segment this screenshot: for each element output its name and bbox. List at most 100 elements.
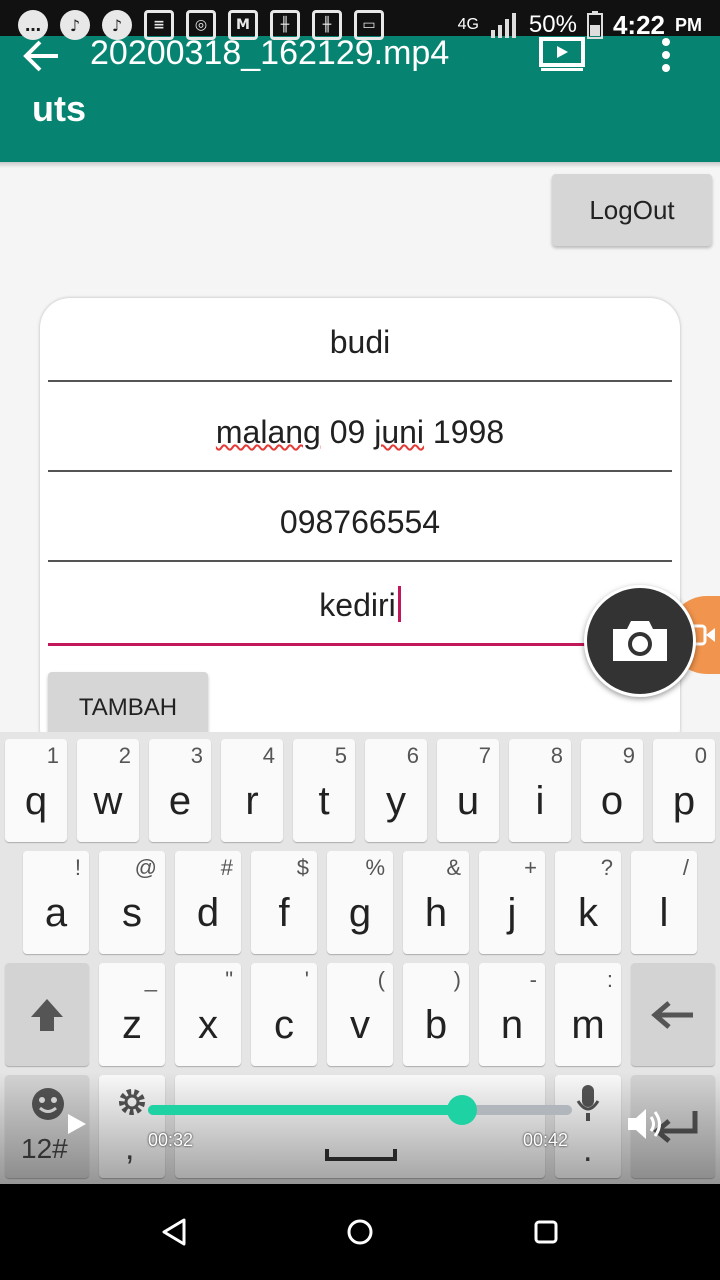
clock-ampm: PM [675, 14, 702, 35]
key-n[interactable]: -n [479, 963, 545, 1066]
key-hint: ( [377, 967, 385, 992]
key-hint: + [524, 855, 537, 880]
address-field-value: kediri [48, 586, 672, 624]
key-t[interactable]: 5t [293, 739, 355, 842]
key-z[interactable]: _ z [99, 963, 165, 1066]
key-hint: & [446, 855, 461, 880]
key-b[interactable]: ) b [403, 963, 469, 1066]
key-hint: ' [304, 967, 309, 992]
network-type: 4G [457, 16, 479, 33]
key-label: a [44, 891, 68, 935]
key-g[interactable]: % g [327, 851, 393, 954]
key-i[interactable]: 8i [509, 739, 571, 842]
nav-recents-icon[interactable] [522, 1208, 570, 1256]
address-field-text: kediri [319, 587, 396, 623]
key-label: h [424, 891, 448, 935]
key-w[interactable]: 2w [77, 739, 139, 842]
key-u[interactable]: 7u [437, 739, 499, 842]
seek-bar-thumb[interactable] [446, 1095, 477, 1125]
seek-bar[interactable] [148, 1095, 572, 1125]
key-hint: 8 [550, 743, 563, 768]
logout-button[interactable]: LogOut [552, 174, 712, 246]
key-q[interactable]: 1q [5, 739, 67, 842]
key-hint: 7 [478, 743, 491, 768]
play-icon[interactable] [66, 1112, 88, 1140]
key-label: q [24, 779, 48, 823]
key-label: o [600, 779, 624, 823]
key-v[interactable]: (v [327, 963, 393, 1066]
key-hint: 4 [262, 743, 275, 768]
address-field[interactable]: kediri [48, 562, 672, 646]
key-label: t [318, 779, 330, 823]
key-hint: 5 [334, 743, 347, 768]
key-hint: ) [453, 967, 461, 992]
key-a[interactable]: ! a [23, 851, 89, 954]
key-label: u [456, 779, 480, 823]
key-e[interactable]: 3e [149, 739, 211, 842]
key-f[interactable]: $ f [251, 851, 317, 954]
key-hint: 9 [622, 743, 635, 768]
birth-field[interactable]: malang 09 juni 1998 [48, 390, 672, 472]
key-label: f [278, 891, 290, 935]
key-hint: 6 [406, 743, 419, 768]
key-hint: 3 [190, 743, 203, 768]
key-y[interactable]: 6y [365, 739, 427, 842]
shift-icon [31, 999, 63, 1031]
key-d[interactable]: # d [175, 851, 241, 954]
address-field-underline [48, 643, 672, 646]
name-field[interactable]: budi [48, 300, 672, 382]
cast-icon[interactable] [538, 36, 586, 72]
key-hint: _ [144, 967, 157, 992]
backspace-icon [651, 1001, 693, 1029]
key-label: x [198, 1003, 218, 1047]
key-hint: 1 [46, 743, 59, 768]
navigation-bar [0, 1184, 720, 1280]
key-label: r [245, 779, 259, 823]
key-s[interactable]: @ s [99, 851, 165, 954]
key-c[interactable]: ' c [251, 963, 317, 1066]
key-x[interactable]: " x [175, 963, 241, 1066]
phone-field[interactable]: 098766554 [48, 480, 672, 562]
video-title: 20200318_162129.mp4 [90, 34, 450, 72]
more-vertical-icon[interactable] [656, 36, 676, 76]
key-l[interactable]: / l [631, 851, 697, 954]
key-p[interactable]: 0p [653, 739, 715, 842]
birth-field-underline [48, 470, 672, 472]
volume-icon[interactable] [626, 1104, 666, 1148]
name-field-underline [48, 380, 672, 382]
key-r[interactable]: 4r [221, 739, 283, 842]
seek-bar-progress [148, 1105, 462, 1115]
key-j[interactable]: + j [479, 851, 545, 954]
shift-key[interactable] [5, 963, 89, 1066]
backspace-key[interactable] [631, 963, 715, 1066]
key-label: l [659, 891, 669, 935]
name-field-value: budi [329, 324, 391, 360]
key-hint: @ [134, 855, 157, 880]
total-time: 00:42 [523, 1130, 569, 1150]
nav-home-icon[interactable] [336, 1208, 384, 1256]
key-hint: " [225, 967, 233, 992]
key-hint: $ [296, 855, 309, 880]
key-hint: - [529, 967, 537, 992]
key-hint: # [220, 855, 233, 880]
back-arrow-icon[interactable] [22, 36, 70, 76]
key-k[interactable]: ? k [555, 851, 621, 954]
phone-field-value: 098766554 [279, 504, 441, 540]
key-hint: % [365, 855, 385, 880]
key-o[interactable]: 9o [581, 739, 643, 842]
video-controls-overlay [0, 1072, 720, 1184]
camera-icon[interactable] [584, 585, 696, 697]
birth-word: 1998 [432, 414, 505, 450]
key-label: w [93, 779, 123, 823]
key-label: s [122, 891, 142, 935]
nav-back-icon[interactable] [150, 1208, 198, 1256]
key-h[interactable]: & h [403, 851, 469, 954]
app-title: uts [32, 88, 86, 129]
birth-word: malang [215, 414, 321, 450]
key-label: d [196, 891, 220, 935]
key-m[interactable]: :m [555, 963, 621, 1066]
key-label: v [350, 1003, 370, 1047]
key-label: b [424, 1003, 448, 1047]
key-hint: 0 [694, 743, 707, 768]
signal-icon [490, 13, 516, 38]
